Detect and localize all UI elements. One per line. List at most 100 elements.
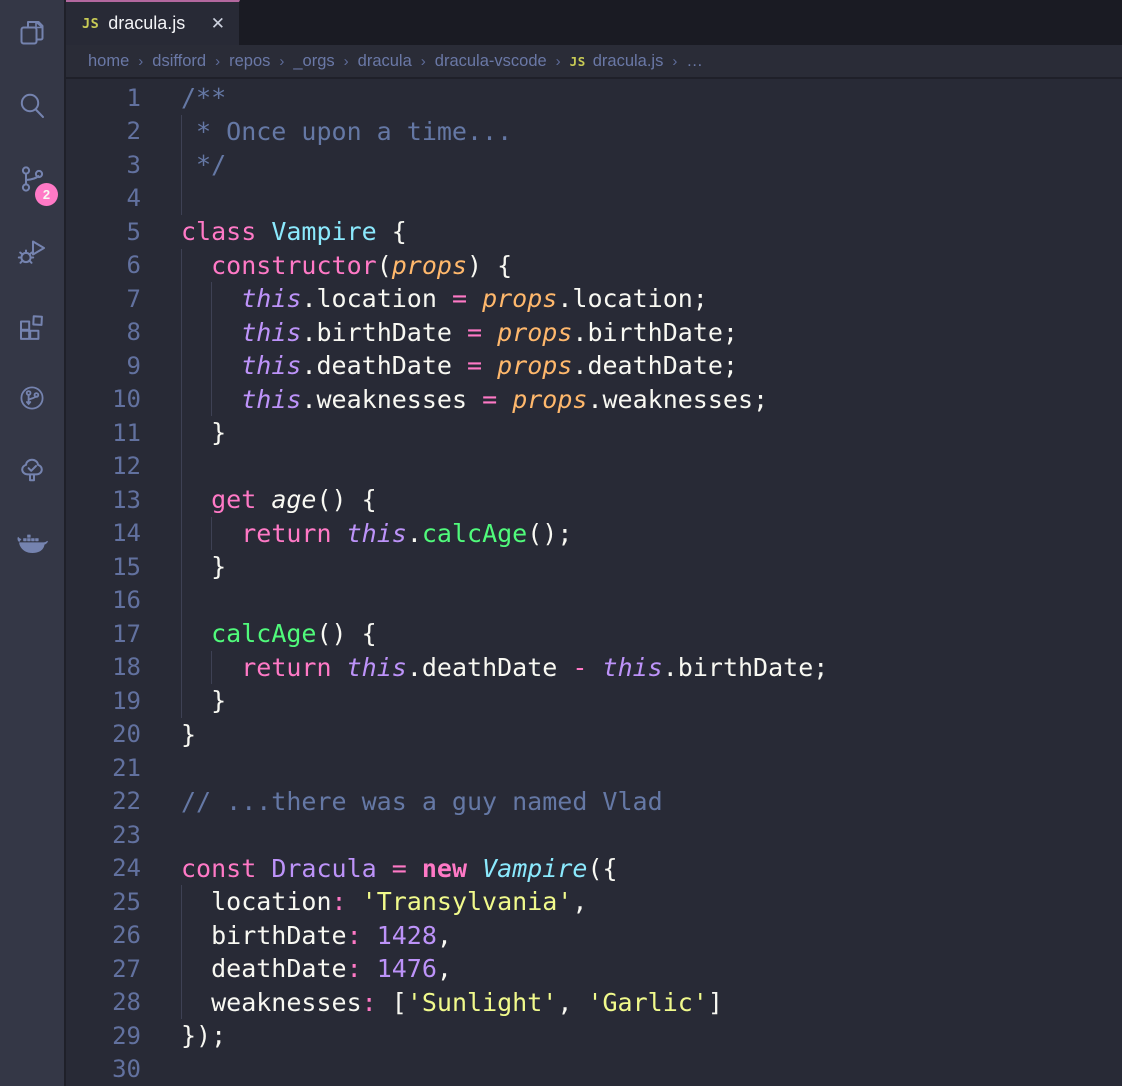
code-token: , [437,921,452,950]
breadcrumb-item-home[interactable]: home [88,52,129,71]
code-text: get age() { [181,483,377,517]
breadcrumb-item-repos[interactable]: repos [229,52,270,71]
code-token: () { [316,619,376,648]
indent-guide [181,115,182,149]
line-number: 7 [66,285,141,313]
code-token: = [467,318,482,347]
code-text: // ...there was a guy named Vlad [181,785,663,819]
tab-title: dracula.js [108,13,199,34]
code-token [482,351,497,380]
code-token [467,284,482,313]
line-number: 3 [66,151,141,179]
tab-strip: JS dracula.js ✕ [66,0,1122,45]
code-token: : [347,921,362,950]
breadcrumb-item--orgs[interactable]: _orgs [293,52,334,71]
code-token [256,485,271,514]
breadcrumb-item-dsifford[interactable]: dsifford [152,52,206,71]
code-token: .birthDate [301,318,467,347]
code-token: ( [377,251,392,280]
indent-guide [181,885,182,919]
code-token: // ...there was a guy named Vlad [181,787,663,816]
code-token: Vampire [482,854,587,883]
code-text: weaknesses: ['Sunlight', 'Garlic'] [181,986,723,1020]
indent-guide [211,383,212,417]
indent-guide [181,383,182,417]
code-text: calcAge() { [181,617,377,651]
search-icon [16,90,48,122]
sidebar-item-gitlens[interactable] [12,378,52,418]
sidebar-item-search[interactable] [12,86,52,126]
code-line: 24const Dracula = new Vampire({ [66,852,1122,886]
indent-guide [181,182,182,216]
code-text: /** [181,81,226,115]
sidebar-item-tree-view[interactable] [12,451,52,491]
line-number: 8 [66,318,141,346]
code-token: } [181,418,226,447]
code-text: this.weaknesses = props.weaknesses; [181,383,768,417]
sidebar-item-docker[interactable] [12,524,52,564]
code-token: this [241,385,301,414]
code-token: .deathDate [407,653,573,682]
code-line: 19 } [66,684,1122,718]
code-text: class Vampire { [181,215,407,249]
line-number: 19 [66,687,141,715]
code-line: 16 [66,584,1122,618]
vscode-window: 2 [0,0,1122,1086]
files-icon [16,17,48,49]
code-text: } [181,718,196,752]
code-token: , [572,887,587,916]
code-token: Vampire [271,217,376,246]
close-icon[interactable]: ✕ [209,12,227,36]
code-line: 9 this.deathDate = props.deathDate; [66,349,1122,383]
line-number: 28 [66,988,141,1016]
breadcrumb-separator-icon: › [279,53,284,70]
editor-group: JS dracula.js ✕ home › dsifford › repos › _org… [66,0,1122,1086]
code-token: constructor [211,251,377,280]
bug-play-icon [16,236,48,268]
code-line: 26 birthDate: 1428, [66,919,1122,953]
circle-fork-icon [16,382,48,414]
code-token [332,519,347,548]
sidebar-item-source-control[interactable]: 2 [12,159,52,199]
tab-dracula-js[interactable]: JS dracula.js ✕ [66,0,240,45]
js-file-icon: JS [570,54,586,69]
code-token: calcAge [211,619,316,648]
breadcrumb-item-dracula[interactable]: dracula [358,52,412,71]
line-number: 6 [66,251,141,279]
code-text: return this.deathDate - this.birthDate; [181,651,828,685]
breadcrumb-separator-icon: › [138,53,143,70]
tree-check-icon [16,455,48,487]
line-number: 22 [66,787,141,815]
code-text: this.birthDate = props.birthDate; [181,316,738,350]
indent-guide [181,651,182,685]
code-token: } [181,686,226,715]
code-token: } [181,552,226,581]
source-control-badge: 2 [35,183,58,206]
activity-bar: 2 [0,0,66,1086]
line-number: 30 [66,1055,141,1083]
code-editor[interactable]: 1/**2 * Once upon a time...3 */45class V… [66,79,1122,1086]
line-number: 15 [66,553,141,581]
code-token: = [392,854,407,883]
code-token: props [497,318,572,347]
code-token: - [572,653,587,682]
code-text: return this.calcAge(); [181,517,572,551]
sidebar-item-run-debug[interactable] [12,232,52,272]
code-line: 25 location: 'Transylvania', [66,885,1122,919]
code-line: 6 constructor(props) { [66,249,1122,283]
code-token [587,653,602,682]
indent-guide [211,349,212,383]
indent-guide [181,617,182,651]
sidebar-item-explorer[interactable] [12,13,52,53]
code-token: (); [527,519,572,548]
breadcrumb-item-dracula-vscode[interactable]: dracula-vscode [435,52,547,71]
indent-guide [211,282,212,316]
breadcrumb-item-dracula-js[interactable]: dracula.js [593,52,664,71]
breadcrumb-separator-icon: › [421,53,426,70]
code-token [181,485,211,514]
indent-guide [181,450,182,484]
code-text: birthDate: 1428, [181,919,452,953]
breadcrumb-item--[interactable]: … [686,52,703,71]
sidebar-item-extensions[interactable] [12,305,52,345]
code-line: 23 [66,818,1122,852]
